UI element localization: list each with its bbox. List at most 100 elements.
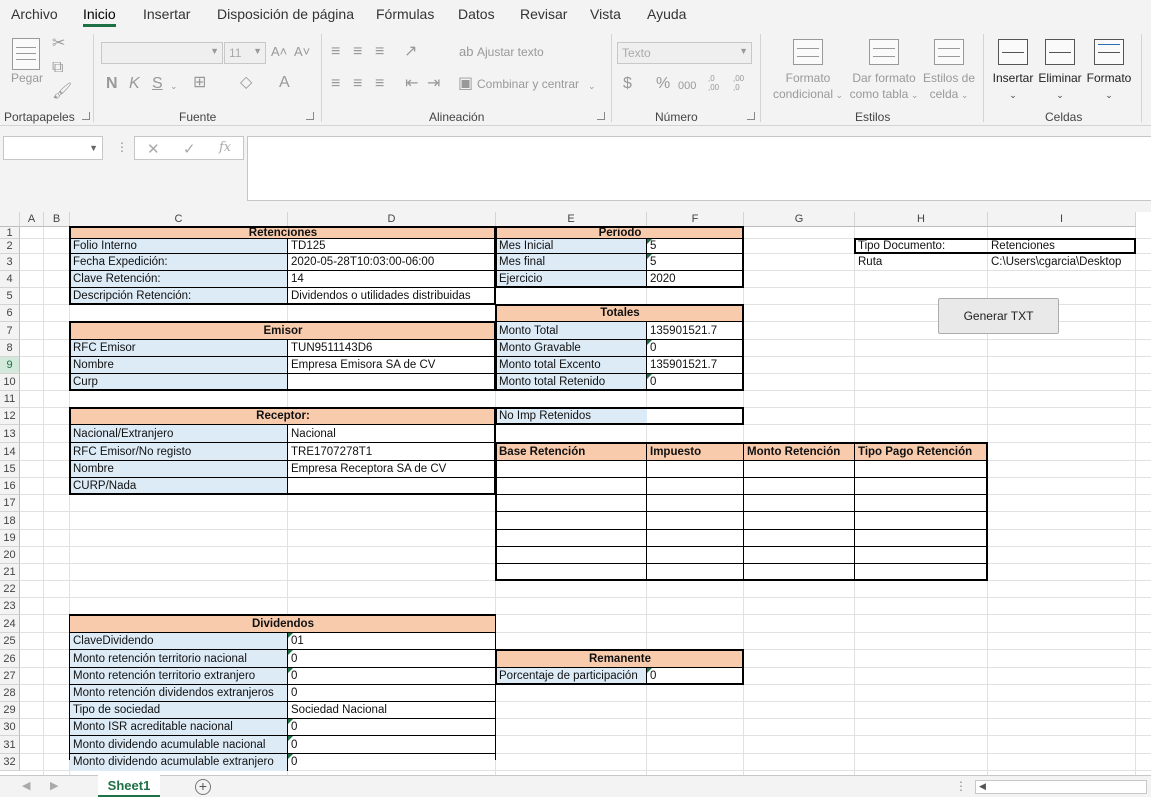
- font-name-combo[interactable]: ▼: [101, 42, 223, 64]
- dividendos-value[interactable]: 0: [288, 685, 496, 702]
- worksheet-grid[interactable]: ABCDEFGHI 1 2 3 4 5 6 7 8 9 10 11 12 13 14 15 16 17 18 19 2…: [0, 212, 1151, 775]
- periodo-value[interactable]: 2020: [647, 271, 744, 288]
- totales-value[interactable]: 0: [647, 374, 744, 391]
- cell-styles-icon[interactable]: [934, 39, 964, 65]
- row-header-19[interactable]: 19: [0, 530, 20, 547]
- copy-icon[interactable]: ⧉: [52, 60, 63, 76]
- row-header-2[interactable]: 2: [0, 239, 20, 254]
- row-header-16[interactable]: 16: [0, 478, 20, 495]
- dividendos-label[interactable]: Monto retención dividendos extranjeros: [70, 685, 288, 702]
- decrease-decimal-icon[interactable]: ,00 ,0: [733, 74, 751, 92]
- periodo-value[interactable]: 5: [647, 239, 744, 254]
- totales-header[interactable]: Totales: [496, 305, 744, 322]
- cut-icon[interactable]: ✂: [52, 36, 65, 52]
- column-header-c[interactable]: C: [70, 212, 288, 227]
- fill-color-icon[interactable]: ◇: [240, 75, 252, 91]
- dividendos-label[interactable]: Monto ISR acreditable nacional: [70, 719, 288, 736]
- tipo-documento-value[interactable]: Retenciones: [988, 239, 1136, 254]
- alignment-launcher-icon[interactable]: [597, 112, 605, 120]
- prev-sheet-icon[interactable]: ◀: [22, 779, 30, 792]
- thousands-icon[interactable]: 000: [678, 78, 696, 94]
- emisor-label[interactable]: Curp: [70, 374, 288, 391]
- merge-center-button[interactable]: Combinar y centrar: [477, 76, 579, 92]
- formula-input[interactable]: [247, 136, 1151, 201]
- column-header-f[interactable]: F: [647, 212, 744, 227]
- row-header-18[interactable]: 18: [0, 512, 20, 530]
- emisor-value[interactable]: Empresa Emisora SA de CV: [288, 357, 496, 374]
- totales-label[interactable]: Monto Total: [496, 322, 647, 340]
- scroll-left-icon[interactable]: ◀: [979, 781, 986, 792]
- number-launcher-icon[interactable]: [747, 112, 755, 120]
- dividendos-value[interactable]: 0: [288, 719, 496, 736]
- no-imp-retenidos-label[interactable]: No Imp Retenidos: [496, 408, 647, 425]
- dividendos-label[interactable]: Monto dividendo acumulable extranjero: [70, 754, 288, 771]
- tipo-documento-label[interactable]: Tipo Documento:: [855, 239, 988, 254]
- select-all-corner[interactable]: [0, 212, 20, 227]
- retenciones-label[interactable]: Descripción Retención:: [70, 288, 288, 305]
- receptor-value[interactable]: TRE1707278T1: [288, 443, 496, 461]
- dividendos-label[interactable]: Monto retención territorio extranjero: [70, 668, 288, 685]
- decrease-indent-icon[interactable]: ⇤: [405, 76, 418, 92]
- retenciones-value[interactable]: TD125: [288, 239, 496, 254]
- menu-revisar[interactable]: Revisar: [520, 6, 567, 22]
- number-format-combo[interactable]: Texto ▼: [617, 42, 752, 64]
- dividendos-value[interactable]: 01: [288, 633, 496, 650]
- percent-icon[interactable]: %: [656, 76, 670, 92]
- align-top-icon[interactable]: ≡: [331, 44, 340, 60]
- retenciones-value[interactable]: 2020-05-28T10:03:00-06:00: [288, 254, 496, 271]
- remanente-label[interactable]: Porcentaje de participación: [496, 668, 647, 685]
- row-header-23[interactable]: 23: [0, 598, 20, 615]
- impuestos-column-header[interactable]: Base Retención: [496, 443, 647, 461]
- receptor-value[interactable]: Nacional: [288, 425, 496, 443]
- totales-label[interactable]: Monto Gravable: [496, 340, 647, 357]
- borders-icon[interactable]: ⊞: [193, 75, 206, 91]
- row-header-28[interactable]: 28: [0, 685, 20, 702]
- row-header-27[interactable]: 27: [0, 668, 20, 685]
- emisor-value[interactable]: [288, 374, 496, 391]
- align-middle-icon[interactable]: ≡: [353, 44, 362, 60]
- dividendos-header[interactable]: Dividendos: [70, 615, 496, 633]
- insert-cells-button[interactable]: Insertar ⌄: [990, 70, 1036, 103]
- periodo-label[interactable]: Mes Inicial: [496, 239, 647, 254]
- font-size-combo[interactable]: 11 ▼: [224, 42, 266, 64]
- column-header-h[interactable]: H: [855, 212, 988, 227]
- menu-ayuda[interactable]: Ayuda: [647, 6, 686, 22]
- row-header-7[interactable]: 7: [0, 322, 20, 340]
- wrap-text-icon[interactable]: ab: [459, 44, 473, 60]
- row-header-29[interactable]: 29: [0, 702, 20, 719]
- row-header-26[interactable]: 26: [0, 650, 20, 668]
- insert-function-icon[interactable]: fx: [219, 140, 231, 155]
- chevron-down-icon[interactable]: ⌄: [170, 77, 178, 94]
- impuestos-column-header[interactable]: Impuesto: [647, 443, 744, 461]
- font-color-icon[interactable]: A: [279, 75, 290, 91]
- align-bottom-icon[interactable]: ≡: [375, 44, 384, 60]
- row-header-11[interactable]: 11: [0, 391, 20, 408]
- grow-font-icon[interactable]: A˄: [271, 44, 287, 60]
- row-header-3[interactable]: 3: [0, 254, 20, 271]
- row-header-21[interactable]: 21: [0, 564, 20, 581]
- chevron-down-icon[interactable]: ⌄: [588, 77, 596, 94]
- italic-button[interactable]: K: [129, 76, 140, 92]
- menu-datos[interactable]: Datos: [458, 6, 495, 22]
- retenciones-label[interactable]: Folio Interno: [70, 239, 288, 254]
- row-header-25[interactable]: 25: [0, 633, 20, 650]
- periodo-label[interactable]: Ejercicio: [496, 271, 647, 288]
- emisor-label[interactable]: Nombre: [70, 357, 288, 374]
- sheet-tab-sheet1[interactable]: Sheet1: [98, 775, 160, 797]
- retenciones-value[interactable]: 14: [288, 271, 496, 288]
- column-header-b[interactable]: B: [44, 212, 70, 227]
- format-painter-icon[interactable]: 🖌: [52, 84, 72, 100]
- delete-cells-icon[interactable]: [1045, 39, 1075, 65]
- enter-icon[interactable]: ✓: [183, 140, 196, 158]
- row-header-6[interactable]: 6: [0, 305, 20, 322]
- emisor-value[interactable]: TUN9511143D6: [288, 340, 496, 357]
- row-header-15[interactable]: 15: [0, 461, 20, 478]
- emisor-label[interactable]: RFC Emisor: [70, 340, 288, 357]
- shrink-font-icon[interactable]: A˅: [294, 44, 310, 60]
- totales-value[interactable]: 135901521.7: [647, 357, 744, 374]
- remanente-value[interactable]: 0: [647, 668, 744, 685]
- menu-disposicion[interactable]: Disposición de página: [217, 6, 354, 22]
- orientation-icon[interactable]: ↗: [404, 44, 417, 60]
- remanente-header[interactable]: Remanente: [496, 650, 744, 668]
- insert-cells-icon[interactable]: [998, 39, 1028, 65]
